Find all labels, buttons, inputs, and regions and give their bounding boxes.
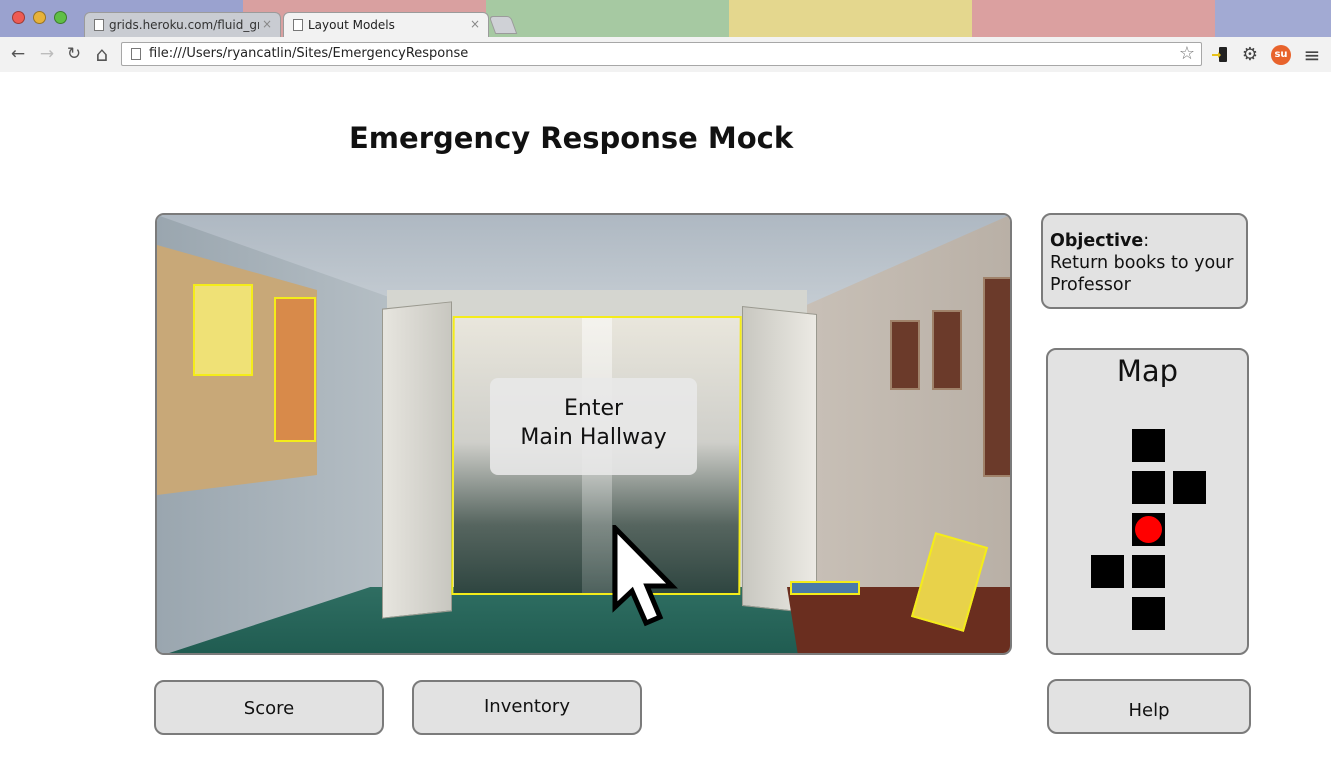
browser-toolbar: ← → ↻ ⌂ file:///Users/ryancatlin/Sites/E… xyxy=(0,37,1331,72)
forward-arrow-icon[interactable]: → xyxy=(37,44,57,64)
help-button[interactable]: Help xyxy=(1047,679,1251,734)
document-icon xyxy=(94,19,104,31)
close-window-button[interactable] xyxy=(12,11,25,24)
tab-grids[interactable]: grids.heroku.com/fluid_grid × xyxy=(84,12,281,37)
left-door xyxy=(382,301,452,619)
address-url: file:///Users/ryancatlin/Sites/Emergency… xyxy=(149,46,469,61)
objective-label: Objective xyxy=(1050,231,1144,251)
map-room xyxy=(1132,429,1165,462)
home-icon[interactable]: ⌂ xyxy=(92,44,112,64)
close-tab-icon[interactable]: × xyxy=(470,17,480,31)
map-room xyxy=(1091,555,1124,588)
map-room xyxy=(1173,471,1206,504)
inventory-button[interactable]: Inventory xyxy=(412,680,642,735)
bookmark-star-icon[interactable]: ☆ xyxy=(1179,43,1195,64)
wall-plaque xyxy=(983,277,1010,477)
poster-hotspot[interactable] xyxy=(193,284,253,376)
hotspot-tooltip: Enter Main Hallway xyxy=(490,378,697,475)
map-room xyxy=(1132,597,1165,630)
map-room xyxy=(1132,555,1165,588)
wall-plaque xyxy=(932,310,962,390)
desk xyxy=(787,587,1010,653)
tab-strip: grids.heroku.com/fluid_grid × Layout Mod… xyxy=(0,0,1331,37)
score-button-label: Score xyxy=(243,698,295,719)
score-button[interactable]: Score xyxy=(154,680,384,735)
wall-plaque xyxy=(890,320,920,390)
cast-to-phone-icon[interactable] xyxy=(1210,45,1230,65)
current-location-marker xyxy=(1135,516,1162,543)
settings-gear-icon[interactable]: ⚙ xyxy=(1240,45,1260,65)
tabstrip-band xyxy=(729,0,972,37)
map-room xyxy=(1132,471,1165,504)
map-title: Map xyxy=(1116,354,1179,388)
reload-icon[interactable]: ↻ xyxy=(64,44,84,64)
tabstrip-band xyxy=(1215,0,1331,37)
menu-icon[interactable]: ≡ xyxy=(1302,45,1322,65)
document-icon xyxy=(131,48,141,60)
poster-hotspot[interactable] xyxy=(274,297,316,442)
tab-title: grids.heroku.com/fluid_grid xyxy=(109,18,273,32)
tooltip-line-1: Enter xyxy=(563,396,624,421)
address-bar[interactable]: file:///Users/ryancatlin/Sites/Emergency… xyxy=(121,42,1202,66)
zoom-window-button[interactable] xyxy=(54,11,67,24)
map-room-current xyxy=(1132,513,1165,546)
objective-text: Return books to your Professor xyxy=(1050,253,1234,295)
tabstrip-band xyxy=(486,0,729,37)
page-title: Emergency Response Mock xyxy=(349,121,794,155)
back-arrow-icon[interactable]: ← xyxy=(8,44,28,64)
mouse-pointer-icon xyxy=(612,525,678,627)
objective-separator: : xyxy=(1143,231,1150,251)
stumbleupon-icon[interactable]: su xyxy=(1271,45,1291,65)
map-panel: Map xyxy=(1046,348,1249,655)
tab-layout-models[interactable]: Layout Models × xyxy=(283,12,489,37)
close-tab-icon[interactable]: × xyxy=(258,17,272,31)
objective-panel: Objective: Return books to your Professo… xyxy=(1041,213,1248,309)
help-button-label: Help xyxy=(1128,700,1170,721)
tabstrip-band xyxy=(972,0,1215,37)
browser-chrome: grids.heroku.com/fluid_grid × Layout Mod… xyxy=(0,0,1331,72)
right-door xyxy=(742,306,817,614)
document-icon xyxy=(293,19,303,31)
tooltip-line-2: Main Hallway xyxy=(520,425,667,450)
books-hotspot[interactable] xyxy=(790,581,860,595)
tab-title: Layout Models xyxy=(308,18,395,32)
inventory-button-label: Inventory xyxy=(484,696,570,717)
minimize-window-button[interactable] xyxy=(33,11,46,24)
